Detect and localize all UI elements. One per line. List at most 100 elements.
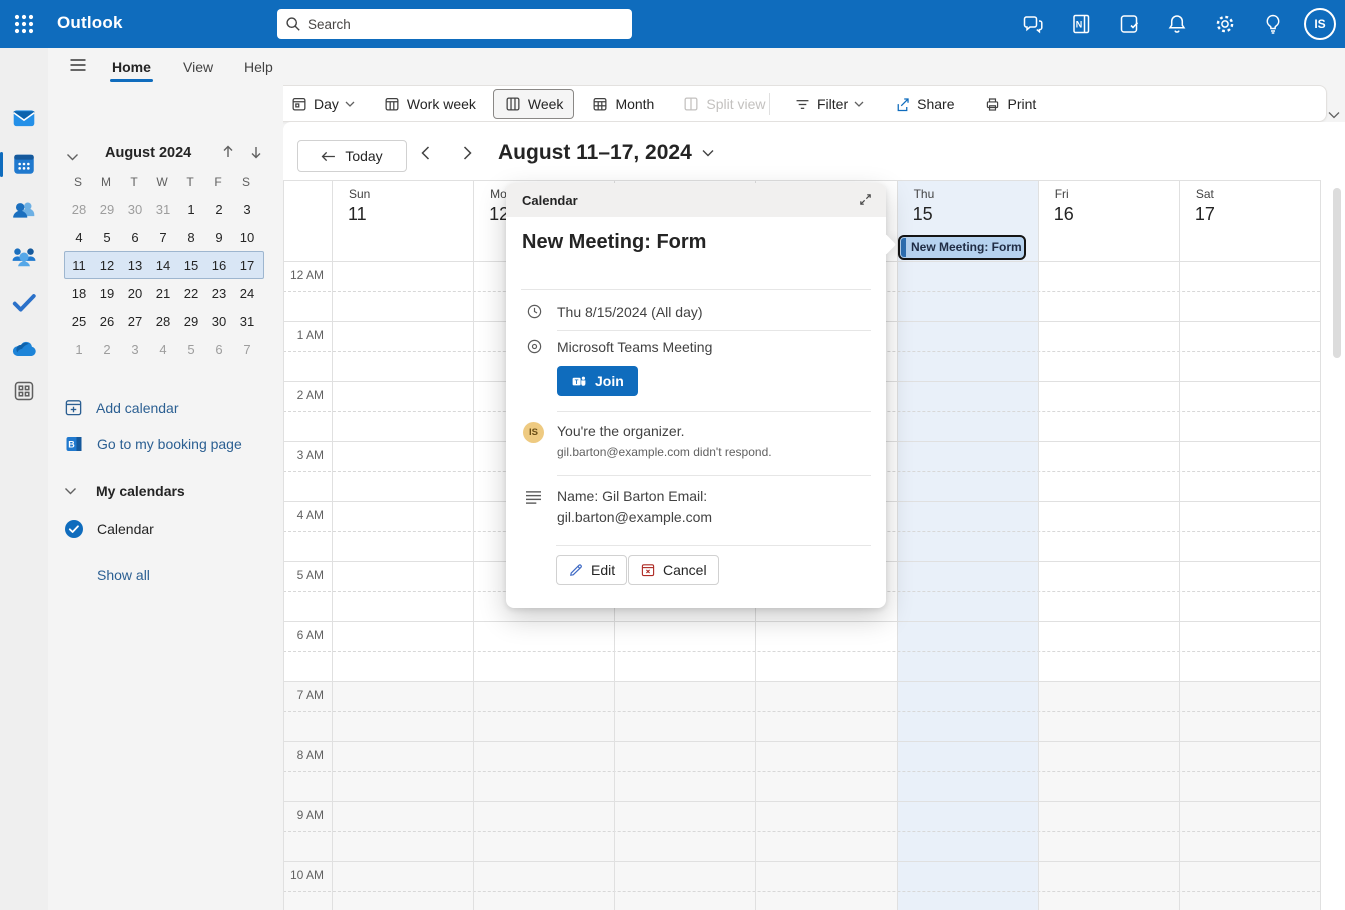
more-apps-icon[interactable]: [13, 380, 39, 406]
mini-calendar-day[interactable]: 4: [65, 230, 93, 245]
cancel-button[interactable]: Cancel: [628, 555, 719, 585]
mini-calendar-day[interactable]: 9: [205, 230, 233, 245]
time-label: 8 AM: [296, 748, 324, 762]
mini-calendar-day[interactable]: 5: [93, 230, 121, 245]
calendar-icon[interactable]: [11, 151, 37, 177]
onedrive-icon[interactable]: [10, 335, 36, 361]
mini-calendar-day[interactable]: 2: [205, 202, 233, 217]
search-input[interactable]: [308, 16, 624, 32]
tasks-icon[interactable]: [1117, 12, 1141, 36]
settings-icon[interactable]: [1213, 12, 1237, 36]
mini-calendar-day[interactable]: 1: [177, 202, 205, 217]
day-header-sun[interactable]: Sun 11: [332, 180, 473, 261]
view-button-work-week[interactable]: Work week: [372, 89, 487, 119]
mini-calendar-day[interactable]: 18: [65, 286, 93, 301]
show-all-link[interactable]: Show all: [97, 567, 150, 583]
grid-scrollbar[interactable]: [1331, 182, 1343, 906]
join-button-label: Join: [595, 373, 624, 389]
svg-text:T: T: [575, 380, 579, 386]
calendar-list-item[interactable]: Calendar: [64, 519, 154, 539]
onenote-icon[interactable]: N: [1069, 12, 1093, 36]
people-icon[interactable]: [11, 197, 37, 223]
search-bar[interactable]: [277, 9, 632, 39]
view-button-week[interactable]: Week: [492, 89, 575, 119]
mini-calendar-day[interactable]: 30: [121, 202, 149, 217]
mini-calendar-day[interactable]: 22: [177, 286, 205, 301]
mini-calendar-day[interactable]: 3: [121, 342, 149, 357]
mini-calendar-day[interactable]: 29: [93, 202, 121, 217]
next-month-icon[interactable]: [248, 144, 264, 165]
mini-calendar-day[interactable]: 7: [233, 342, 261, 357]
scrollbar-thumb[interactable]: [1333, 188, 1341, 358]
mini-calendar-day[interactable]: 21: [149, 286, 177, 301]
mini-calendar-day[interactable]: 10: [233, 230, 261, 245]
view-button-day[interactable]: Day: [279, 89, 366, 119]
mini-calendar-day[interactable]: 20: [121, 286, 149, 301]
mini-calendar-day[interactable]: 4: [149, 342, 177, 357]
mini-calendar-day[interactable]: 16: [205, 258, 233, 273]
calendar-month-icon: [591, 95, 609, 113]
mini-calendar-day[interactable]: 3: [233, 202, 261, 217]
event-chip[interactable]: New Meeting: Form: [898, 235, 1026, 260]
mini-calendar-day[interactable]: 23: [205, 286, 233, 301]
mini-calendar-day[interactable]: 27: [121, 314, 149, 329]
todo-icon[interactable]: [11, 289, 37, 315]
mini-calendar-day[interactable]: 28: [149, 314, 177, 329]
view-button-label: Day: [314, 96, 339, 112]
mini-calendar-day[interactable]: 1: [65, 342, 93, 357]
tab-help[interactable]: Help: [242, 55, 275, 79]
mini-calendar-day[interactable]: 26: [93, 314, 121, 329]
mini-calendar-day[interactable]: 6: [205, 342, 233, 357]
mini-calendar-day[interactable]: 31: [233, 314, 261, 329]
previous-month-icon[interactable]: [220, 144, 236, 165]
mini-calendar-day[interactable]: 8: [177, 230, 205, 245]
view-button-month[interactable]: Month: [580, 89, 665, 119]
mini-calendar-day[interactable]: 30: [205, 314, 233, 329]
tab-view[interactable]: View: [181, 55, 215, 79]
mini-calendar-day-letter: T: [130, 175, 138, 189]
chat-icon[interactable]: [1021, 12, 1045, 36]
mini-calendar-day[interactable]: 5: [177, 342, 205, 357]
mini-calendar-day[interactable]: 19: [93, 286, 121, 301]
mini-calendar-day[interactable]: 17: [233, 258, 261, 273]
notifications-icon[interactable]: [1165, 12, 1189, 36]
join-button[interactable]: T Join: [557, 366, 638, 396]
mini-calendar-day[interactable]: 15: [177, 258, 205, 273]
groups-icon[interactable]: [11, 243, 37, 269]
month-picker-chevron-icon[interactable]: [66, 148, 79, 166]
mini-calendar-day[interactable]: 14: [149, 258, 177, 273]
mini-calendar-day-letter: S: [241, 175, 250, 189]
mini-calendar-day[interactable]: 28: [65, 202, 93, 217]
hamburger-menu-icon[interactable]: [68, 55, 88, 80]
tips-icon[interactable]: [1261, 12, 1285, 36]
mini-calendar-day[interactable]: 29: [177, 314, 205, 329]
grid-line: [896, 180, 898, 910]
mail-icon[interactable]: [11, 105, 37, 131]
print-button[interactable]: Print: [973, 89, 1047, 119]
day-header-sat[interactable]: Sat 17: [1179, 180, 1320, 261]
app-launcher-icon[interactable]: [13, 13, 35, 40]
day-header-fri[interactable]: Fri 16: [1038, 180, 1179, 261]
filter-button[interactable]: Filter: [783, 89, 875, 119]
expand-icon[interactable]: [857, 191, 874, 213]
account-avatar[interactable]: IS: [1304, 8, 1336, 40]
mini-calendar-day[interactable]: 12: [93, 258, 121, 273]
mini-calendar-day[interactable]: 24: [233, 286, 261, 301]
booking-page-link[interactable]: B Go to my booking page: [64, 434, 242, 454]
mini-calendar-day[interactable]: 13: [121, 258, 149, 273]
day-number: 11: [348, 204, 367, 224]
time-label: 9 AM: [296, 808, 324, 822]
add-calendar-link[interactable]: Add calendar: [64, 398, 179, 417]
popup-divider: [557, 330, 871, 331]
mini-calendar-day[interactable]: 11: [65, 258, 93, 273]
edit-button[interactable]: Edit: [556, 555, 628, 585]
mini-calendar-day[interactable]: 6: [121, 230, 149, 245]
share-button[interactable]: Share: [883, 89, 965, 119]
my-calendars-section[interactable]: My calendars: [64, 483, 185, 499]
mini-calendar-day[interactable]: 25: [65, 314, 93, 329]
tab-home[interactable]: Home: [110, 55, 153, 82]
event-datetime: Thu 8/15/2024 (All day): [557, 304, 703, 320]
mini-calendar-day[interactable]: 2: [93, 342, 121, 357]
mini-calendar-day[interactable]: 31: [149, 202, 177, 217]
mini-calendar-day[interactable]: 7: [149, 230, 177, 245]
